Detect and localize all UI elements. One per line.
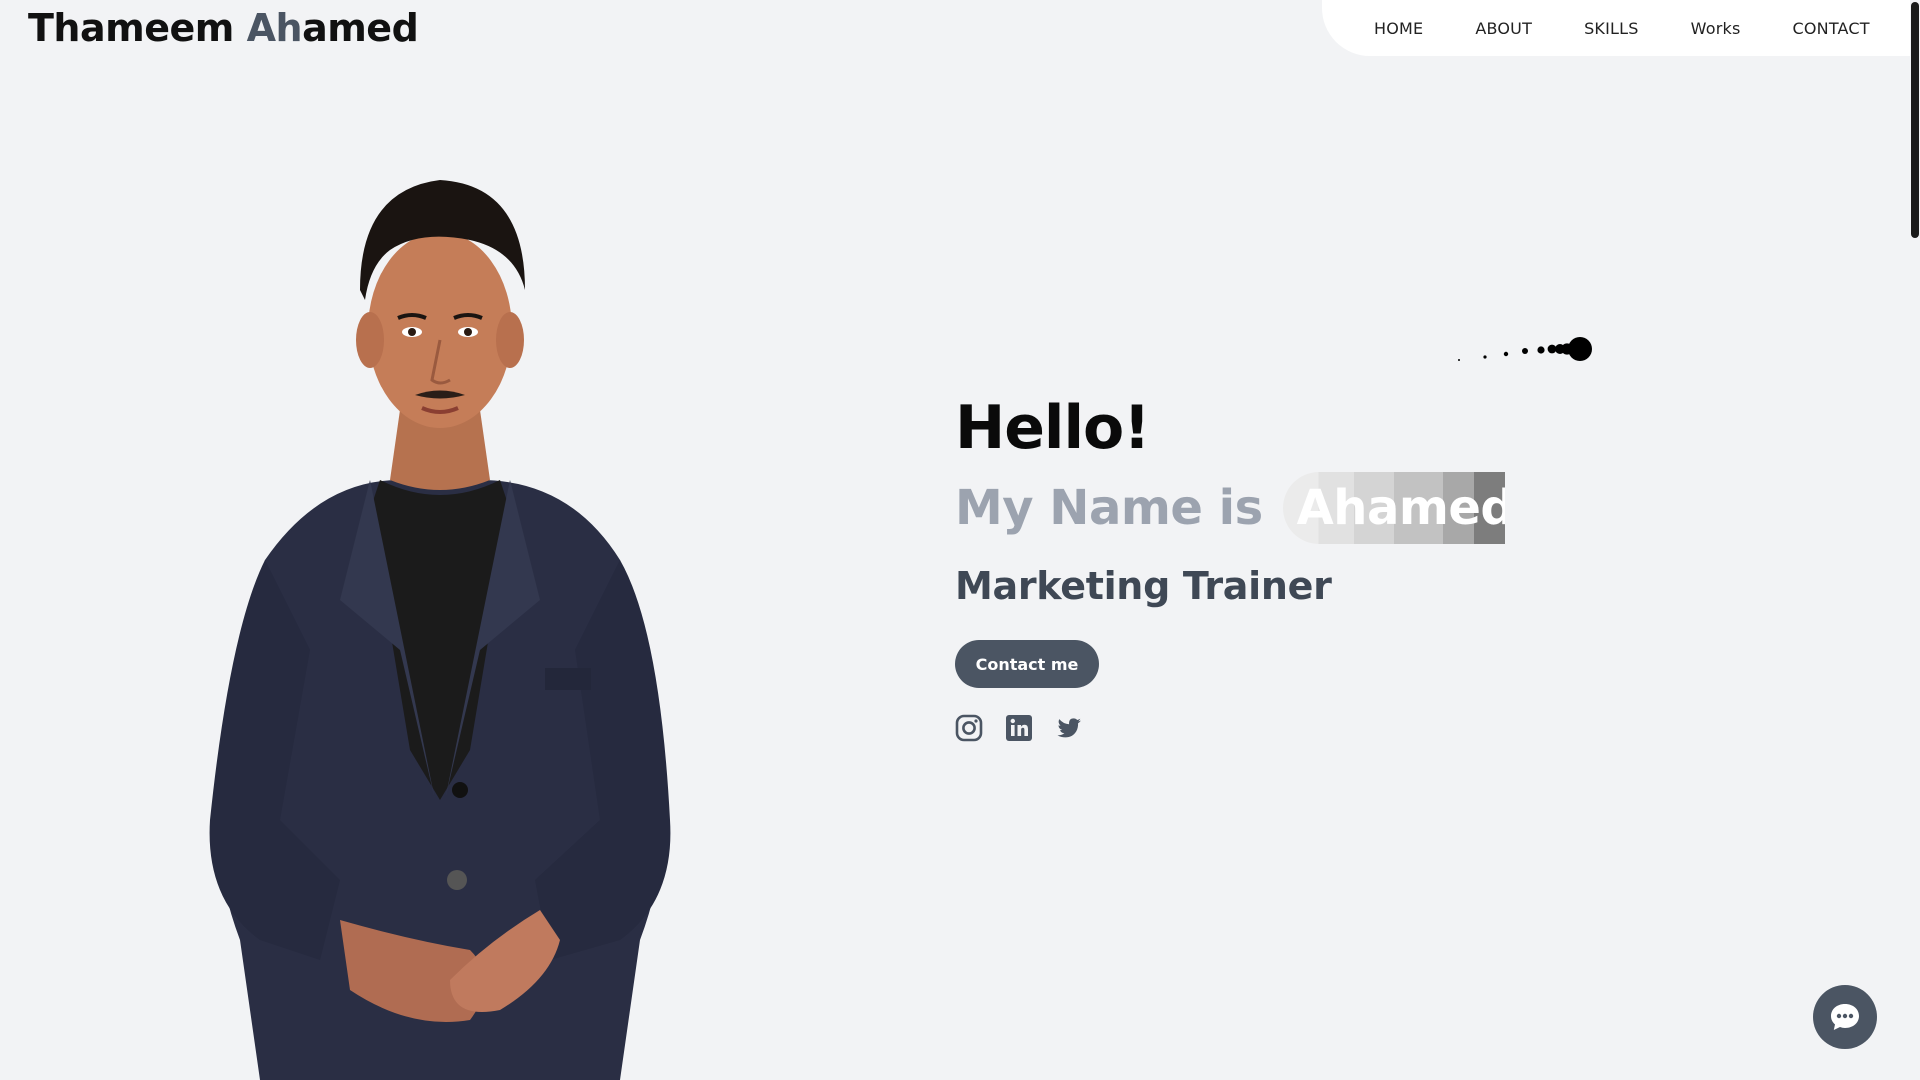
name-highlight: Ahamed — [1296, 480, 1505, 536]
instagram-link[interactable] — [955, 714, 983, 746]
hero-greeting: Hello! — [955, 393, 1151, 463]
logo-first: Thameem — [28, 6, 247, 50]
nav-works[interactable]: Works — [1691, 19, 1741, 38]
nav-contact[interactable]: CONTACT — [1792, 19, 1869, 38]
scrollbar-thumb[interactable] — [1911, 2, 1919, 238]
cursor-trail — [1458, 337, 1592, 361]
chat-bubble-icon — [1831, 1004, 1859, 1030]
instagram-icon — [955, 714, 983, 742]
page-scrollbar[interactable] — [1910, 0, 1920, 1080]
logo-accent: Ah — [246, 6, 303, 50]
name-line: My Name is Ahamed — [955, 472, 1505, 544]
site-logo[interactable]: Thameem Ahamed — [28, 4, 419, 52]
social-links — [955, 714, 1505, 746]
portrait-photo — [209, 180, 671, 1080]
nav-skills[interactable]: SKILLS — [1584, 19, 1639, 38]
twitter-link[interactable] — [1055, 714, 1083, 746]
name-prefix: My Name is — [955, 480, 1263, 536]
contact-me-button[interactable]: Contact me — [955, 640, 1099, 688]
chat-widget-button[interactable] — [1813, 985, 1877, 1049]
linkedin-icon — [1006, 715, 1032, 741]
hero-section: Hello! My Name is Ahamed Marketing Train… — [955, 390, 1505, 746]
nav-home[interactable]: HOME — [1374, 19, 1423, 38]
name-highlight-chip: Ahamed — [1282, 472, 1505, 544]
nav-about[interactable]: ABOUT — [1475, 19, 1532, 38]
linkedin-link[interactable] — [1005, 714, 1033, 746]
logo-rest: amed — [302, 6, 419, 50]
role-title: Marketing Trainer — [955, 564, 1332, 608]
twitter-icon — [1057, 718, 1081, 738]
top-nav: HOME ABOUT SKILLS Works CONTACT — [1322, 0, 1920, 56]
